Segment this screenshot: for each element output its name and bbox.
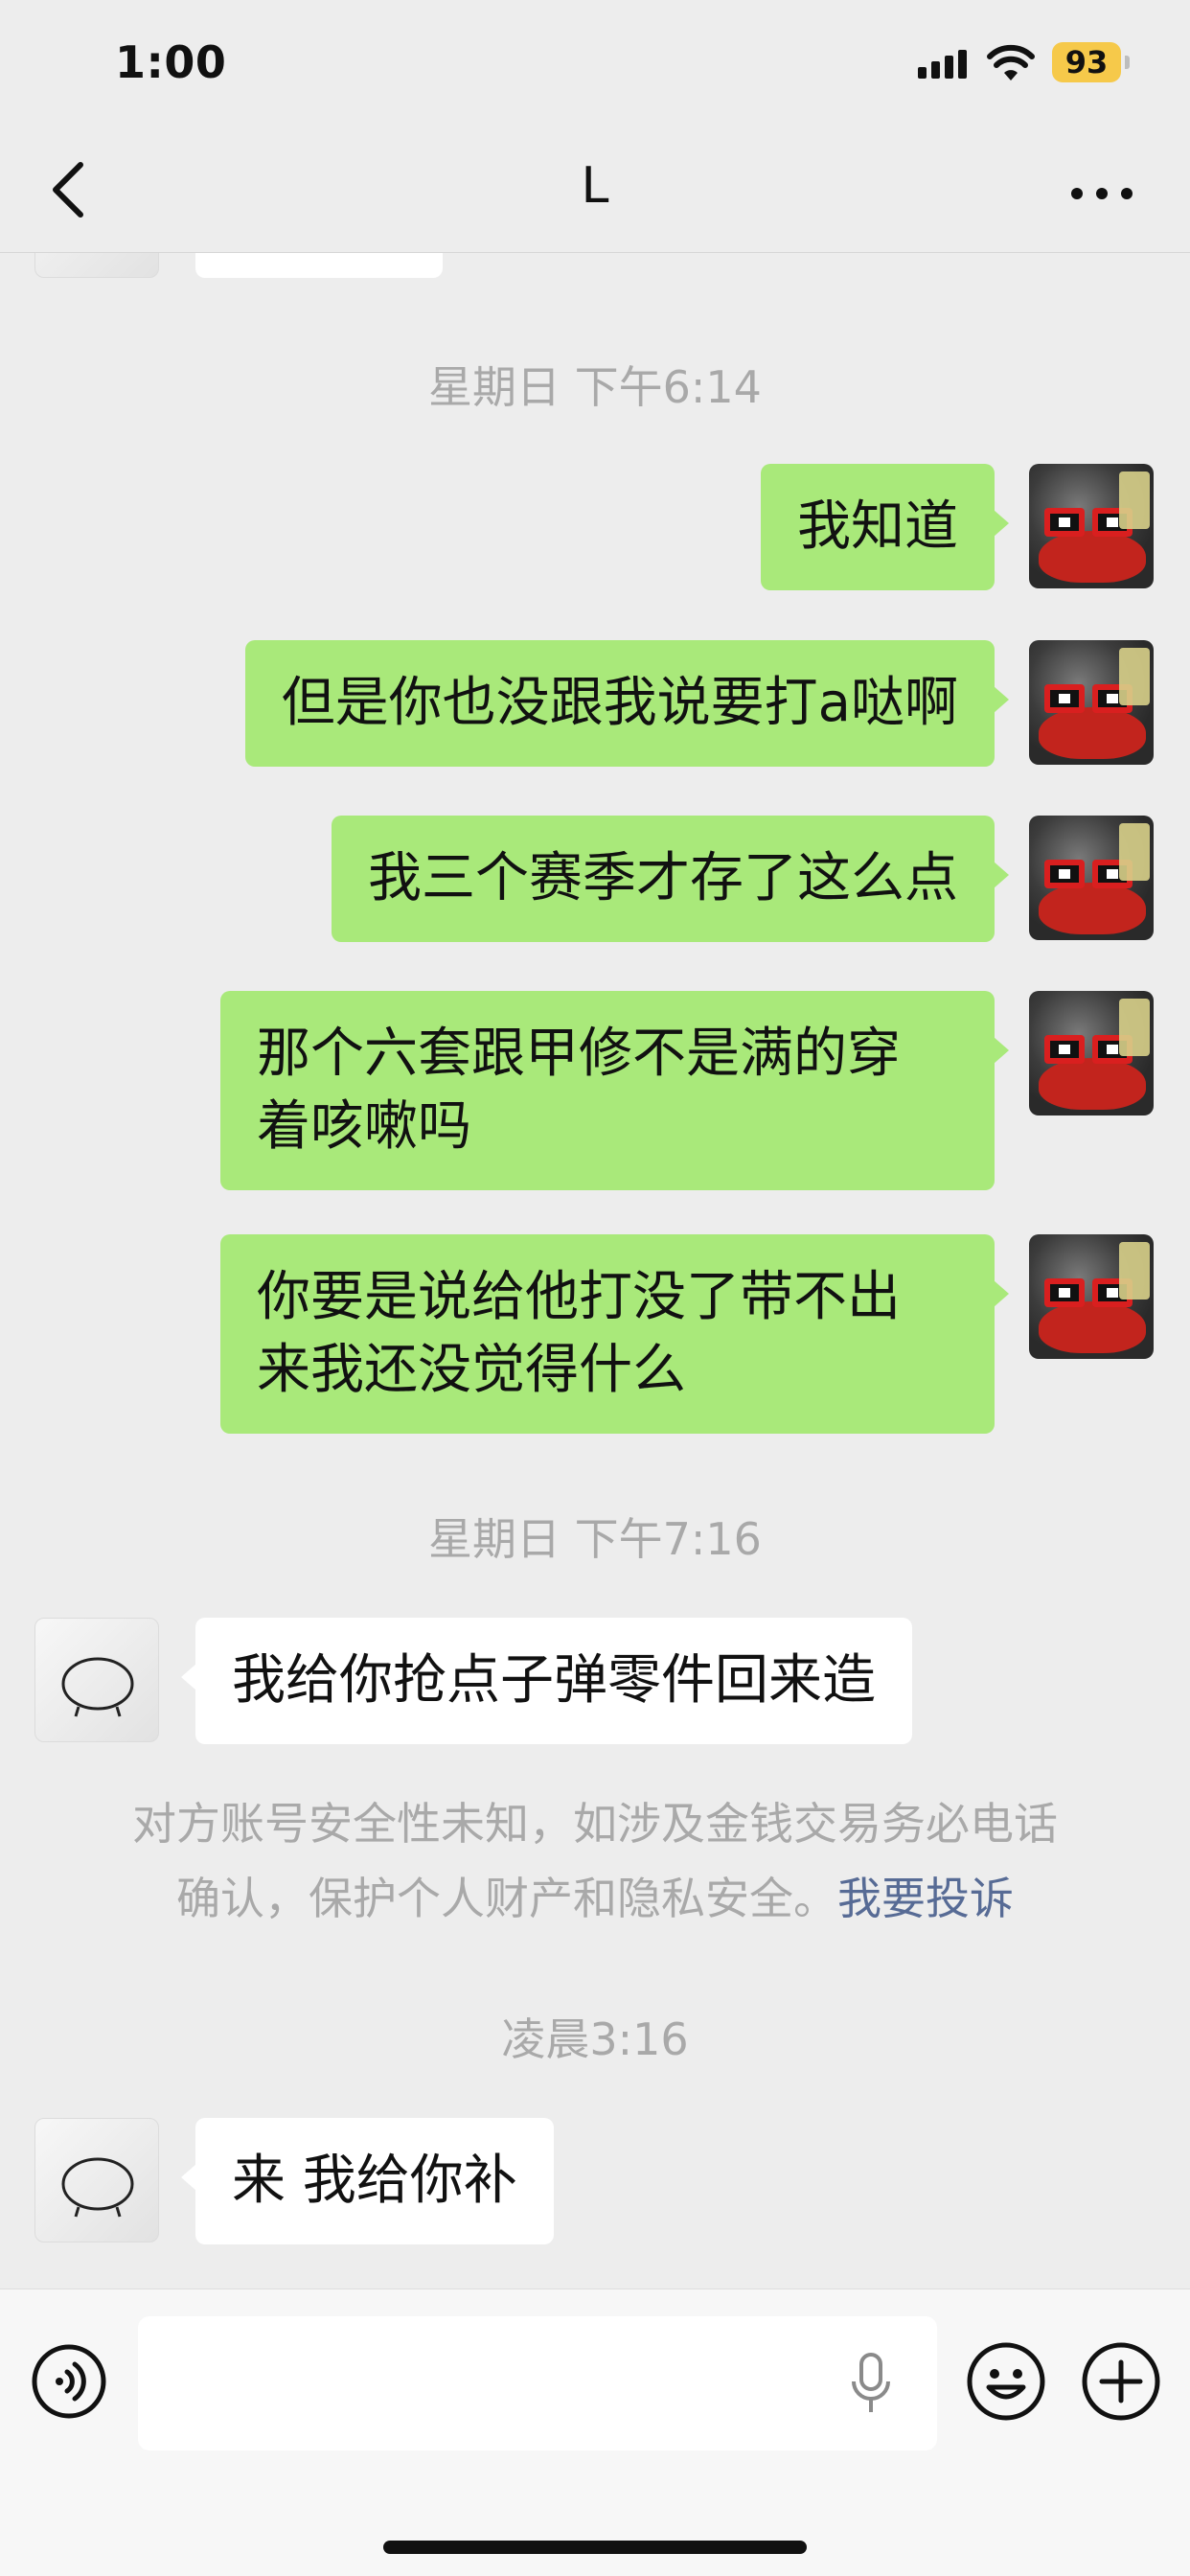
- self-avatar[interactable]: [1029, 991, 1154, 1116]
- timestamp: 凌晨3:16: [501, 2013, 689, 2065]
- timestamp: 星期日 下午7:16: [428, 1513, 762, 1565]
- contact-avatar[interactable]: [34, 2118, 159, 2242]
- contact-avatar[interactable]: [34, 253, 159, 278]
- notice-line1: 对方账号安全性未知，如涉及金钱交易务必电话: [132, 1798, 1058, 1850]
- self-avatar[interactable]: [1029, 816, 1154, 940]
- plus-icon[interactable]: [1081, 2341, 1161, 2422]
- cellular-signal-icon: [918, 50, 968, 79]
- self-avatar[interactable]: [1029, 1234, 1154, 1359]
- input-bar: [0, 2288, 1190, 2576]
- message-bubble-other[interactable]: 来 我给你补: [181, 2118, 554, 2244]
- message-bubble-other[interactable]: 我给你抢点子弹零件回来造: [181, 1618, 912, 1744]
- message-bubble-self[interactable]: 那个六套跟甲修不是满的穿 着咳嗽吗: [220, 991, 1009, 1190]
- message-bubble-self[interactable]: 你要是说给他打没了带不出 来我还没觉得什么: [220, 1234, 1009, 1434]
- self-avatar[interactable]: [1029, 640, 1154, 765]
- report-link[interactable]: 我要投诉: [837, 1873, 1014, 1924]
- home-indicator: [383, 2541, 807, 2554]
- chat-header: L: [0, 126, 1190, 253]
- message-bubble-partial[interactable]: [195, 253, 443, 278]
- message-bubble-self[interactable]: 我知道: [761, 464, 1009, 590]
- notice-line2: 确认，保护个人财产和隐私安全。: [176, 1873, 837, 1924]
- chat-title: L: [581, 157, 609, 215]
- wifi-icon: [987, 44, 1035, 80]
- message-bubble-self[interactable]: 但是你也没跟我说要打a哒啊: [244, 640, 1010, 767]
- contact-avatar[interactable]: [34, 1618, 159, 1742]
- timestamp: 星期日 下午6:14: [428, 361, 762, 413]
- battery-tip: [1125, 56, 1130, 69]
- voice-icon[interactable]: [31, 2343, 107, 2420]
- message-bubble-self[interactable]: 我三个赛季才存了这么点: [332, 816, 1009, 942]
- battery-indicator: 93: [1052, 42, 1121, 82]
- message-list[interactable]: 星期日 下午6:14 我知道 但是你也没跟我说要打a哒啊 我三个赛季才存了这么点…: [0, 253, 1190, 2288]
- mic-icon[interactable]: [849, 2353, 893, 2416]
- security-notice: 对方账号安全性未知，如涉及金钱交易务必电话 确认，保护个人财产和隐私安全。我要投…: [77, 1786, 1113, 1936]
- message-input[interactable]: [138, 2316, 937, 2450]
- emoji-icon[interactable]: [966, 2341, 1046, 2422]
- status-time: 1:00: [115, 36, 227, 88]
- status-bar: 1:00 93: [0, 0, 1190, 126]
- more-icon[interactable]: [1064, 165, 1140, 218]
- self-avatar[interactable]: [1029, 464, 1154, 588]
